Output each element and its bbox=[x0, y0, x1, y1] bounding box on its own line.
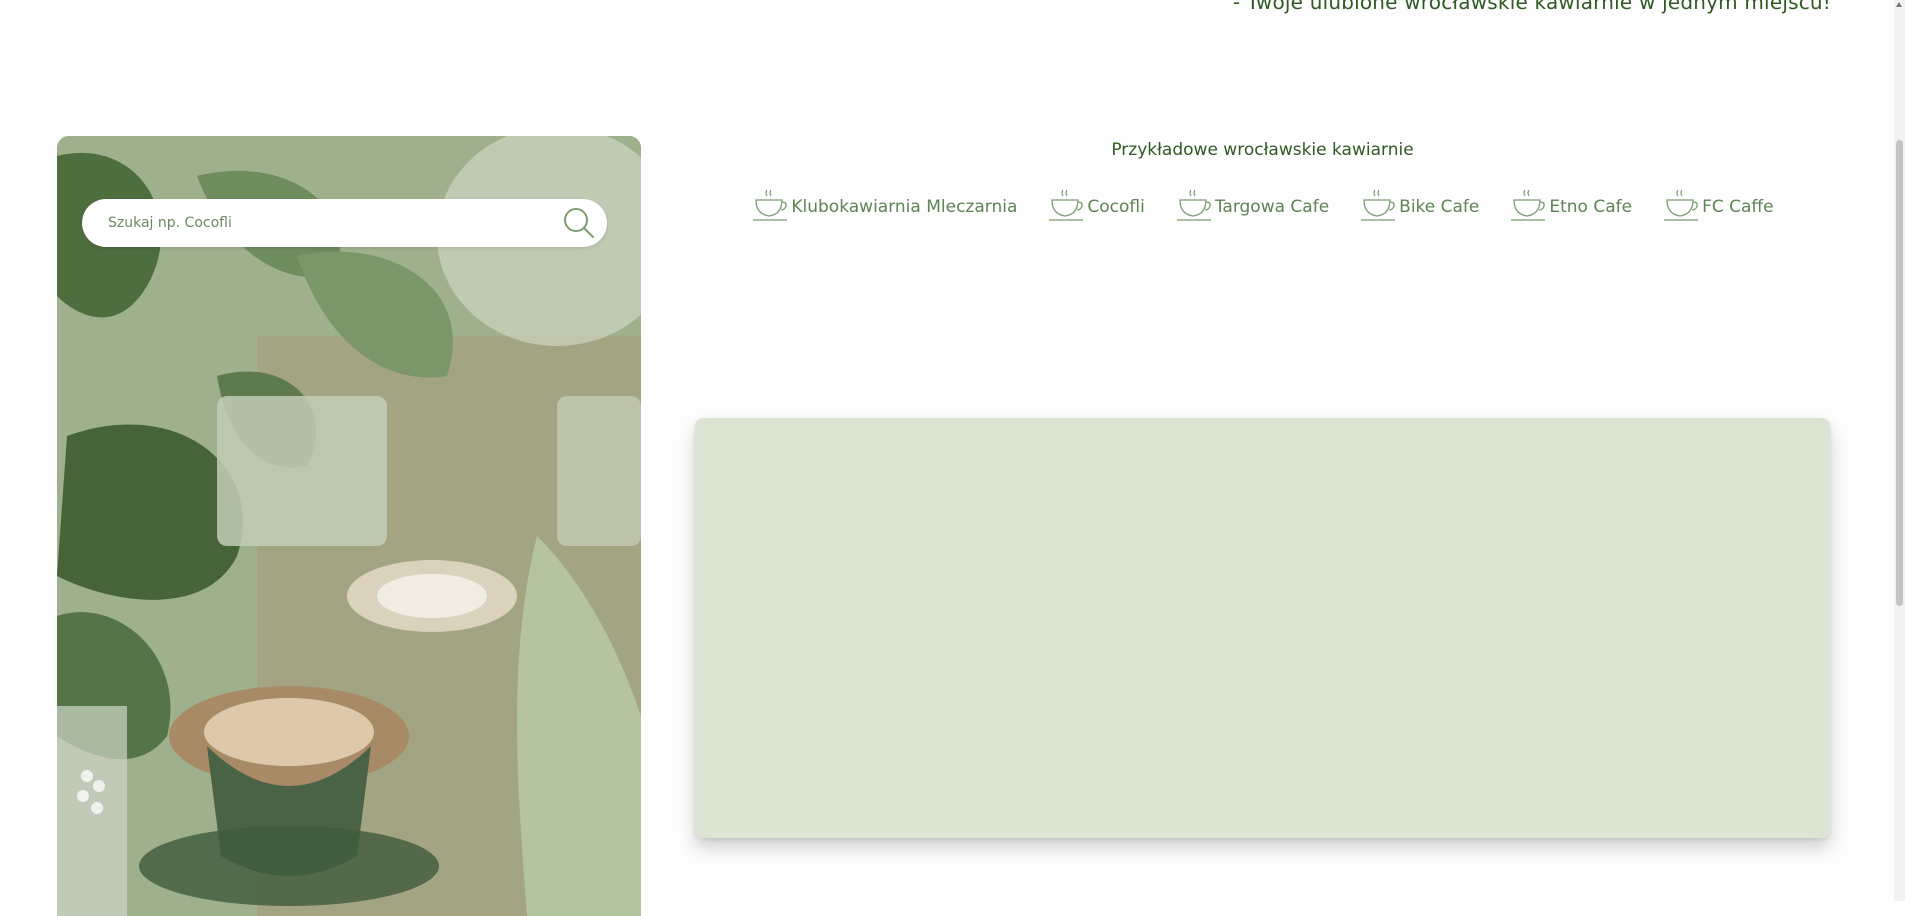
coffee-cup-icon bbox=[1511, 189, 1546, 221]
cafe-photo-illustration bbox=[57, 136, 641, 916]
cafe-link-cocofli[interactable]: Cocofli bbox=[1047, 188, 1145, 226]
cafe-label: Targowa Cafe bbox=[1214, 197, 1330, 217]
coffee-cup-icon bbox=[753, 189, 788, 221]
cafe-link-klubokawiarnia-mleczarnia[interactable]: Klubokawiarnia Mleczarnia bbox=[751, 188, 1017, 226]
cafe-link-fc-caffe[interactable]: FC Caffe bbox=[1662, 188, 1774, 226]
cafe-label: Bike Cafe bbox=[1399, 197, 1480, 217]
section-title: Przykładowe wrocławskie kawiarnie bbox=[1111, 140, 1414, 160]
cafe-label: Cocofli bbox=[1087, 197, 1145, 217]
cafe-label: Etno Cafe bbox=[1549, 197, 1633, 217]
coffee-cup-icon bbox=[1049, 189, 1084, 221]
search-icon[interactable] bbox=[559, 203, 599, 243]
scrollbar-thumb[interactable] bbox=[1896, 140, 1903, 606]
cafe-link-targowa-cafe[interactable]: Targowa Cafe bbox=[1175, 188, 1329, 226]
map-panel[interactable] bbox=[695, 418, 1830, 838]
cafe-link-etno-cafe[interactable]: Etno Cafe bbox=[1509, 188, 1632, 226]
vertical-scrollbar[interactable] bbox=[1894, 0, 1905, 901]
search-box bbox=[82, 199, 607, 247]
cafe-photo-panel bbox=[57, 136, 641, 916]
cafe-label: Klubokawiarnia Mleczarnia bbox=[791, 197, 1018, 217]
cafe-label: FC Caffe bbox=[1702, 197, 1774, 217]
cafe-link-bike-cafe[interactable]: Bike Cafe bbox=[1359, 188, 1479, 226]
scroll-up-arrow-icon[interactable] bbox=[1896, 2, 1902, 7]
coffee-cup-icon bbox=[1176, 189, 1211, 221]
cafe-list: Klubokawiarnia Mleczarnia Cocofli Targow… bbox=[695, 188, 1830, 226]
coffee-cup-icon bbox=[1664, 189, 1699, 221]
main-content: Przykładowe wrocławskie kawiarnie Klubok… bbox=[695, 0, 1830, 901]
search-input[interactable] bbox=[108, 199, 528, 247]
coffee-cup-icon bbox=[1361, 189, 1396, 221]
